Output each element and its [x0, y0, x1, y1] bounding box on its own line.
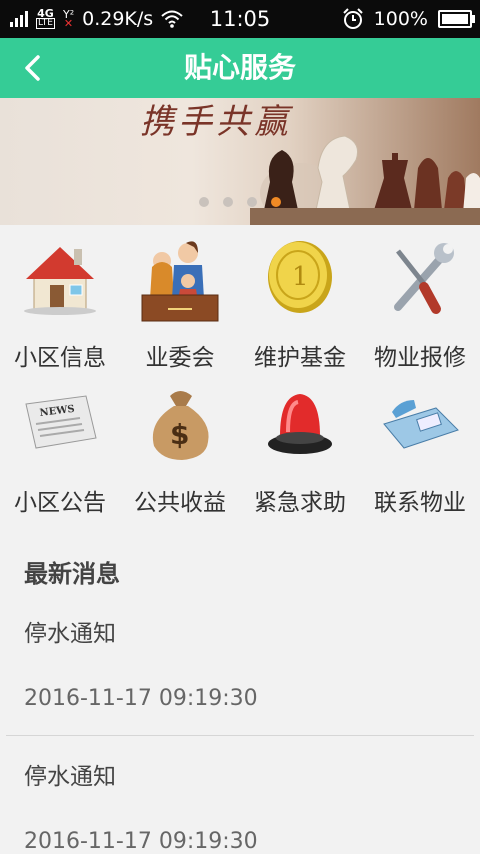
carousel-dot[interactable]: [247, 197, 257, 207]
network-speed: 0.29K/s: [82, 8, 154, 30]
carousel-dot[interactable]: [223, 197, 233, 207]
carousel-indicator: [199, 197, 281, 207]
service-owners-committee[interactable]: 业委会: [120, 237, 240, 382]
newspaper-icon: NEWS: [25, 395, 97, 449]
service-emergency-help[interactable]: 紧急求助: [240, 382, 360, 527]
service-community-info[interactable]: 小区信息: [0, 237, 120, 382]
service-label: 物业报修: [374, 345, 466, 371]
service-label: 公共收益: [134, 490, 226, 516]
money-bag-icon: $: [152, 391, 209, 460]
news-item-date: 2016-11-17 09:19:30: [24, 829, 258, 854]
service-public-income[interactable]: $ 公共收益: [120, 382, 240, 527]
alarm-clock-icon: [342, 8, 363, 29]
back-button[interactable]: [18, 52, 50, 84]
svg-text:1: 1: [292, 262, 309, 292]
divider: [6, 735, 474, 736]
carousel-dot[interactable]: [199, 197, 209, 207]
tools-icon: [394, 243, 454, 314]
committee-icon: [141, 241, 219, 322]
title-bar: 贴心服务: [0, 38, 480, 98]
battery-percent: 100%: [373, 8, 428, 30]
service-label: 紧急求助: [254, 490, 346, 516]
service-property-repair[interactable]: 物业报修: [360, 237, 480, 382]
alarm-light-icon: [268, 394, 332, 454]
service-community-notice[interactable]: NEWS 小区公告: [0, 382, 120, 527]
status-bar: 4G LTE Y² ✕ 0.29K/s 11:05 100%: [0, 0, 480, 38]
svg-text:$: $: [170, 418, 189, 451]
house-icon: [24, 247, 96, 315]
telephone-icon: [383, 400, 459, 449]
service-label: 业委会: [145, 345, 215, 371]
service-label: 小区公告: [14, 490, 106, 516]
news-item-date: 2016-11-17 09:19:30: [24, 686, 258, 711]
wifi-icon: [161, 10, 183, 28]
carousel-dot-active[interactable]: [271, 197, 281, 207]
news-item-title: 停水通知: [24, 621, 116, 647]
banner-carousel[interactable]: 携手共赢: [0, 98, 480, 225]
service-contact-property[interactable]: 联系物业: [360, 382, 480, 527]
service-label: 维护基金: [254, 345, 346, 371]
status-right: 100%: [342, 0, 475, 38]
coin-icon: 1: [268, 241, 332, 313]
news-section-title: 最新消息: [24, 560, 120, 588]
battery-icon: [438, 10, 475, 28]
service-label: 联系物业: [374, 490, 466, 516]
service-label: 小区信息: [14, 345, 106, 371]
page-title: 贴心服务: [183, 51, 296, 84]
service-maintenance-fund[interactable]: 1 维护基金: [240, 237, 360, 382]
signal-icon: [10, 11, 28, 27]
sim2-icon: Y² ✕: [62, 8, 75, 30]
network-type: 4G LTE: [36, 7, 55, 29]
news-item-title: 停水通知: [24, 764, 116, 790]
status-left: 4G LTE Y² ✕ 0.29K/s: [10, 0, 183, 38]
